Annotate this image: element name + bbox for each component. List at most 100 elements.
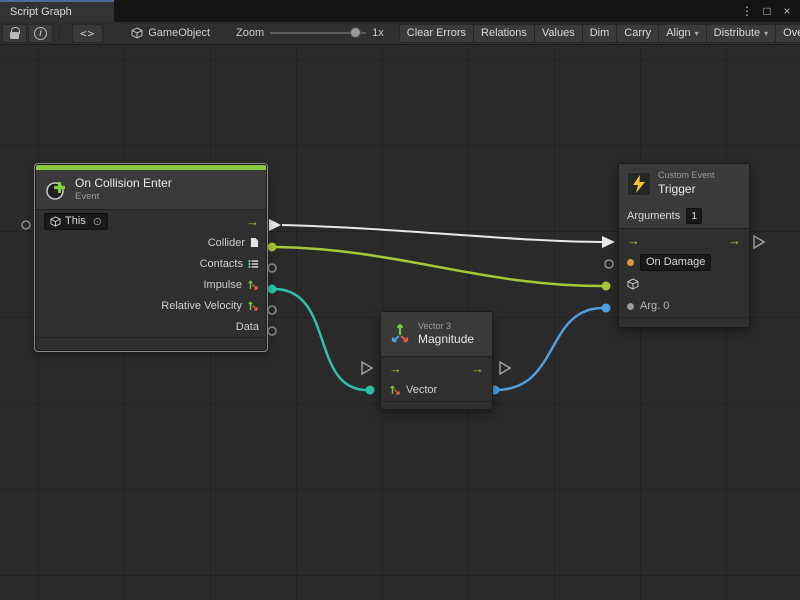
arguments-count-field[interactable]: 1 — [686, 208, 702, 224]
input-row-vector[interactable]: Vector — [381, 379, 492, 401]
vector3-icon — [247, 279, 259, 291]
tab-bar: Script Graph ⋮ □ × — [0, 0, 800, 22]
vector-in-port[interactable] — [366, 386, 375, 395]
arg0-in-port[interactable] — [602, 304, 611, 313]
distribute-label: Distribute — [714, 27, 760, 39]
zoom-label: Zoom — [236, 27, 264, 39]
output-row-contacts[interactable]: Contacts — [36, 253, 266, 274]
magnitude-flow-out-port[interactable] — [500, 362, 510, 374]
close-icon[interactable]: × — [779, 4, 795, 18]
flow-out-arrow-icon: → — [471, 362, 484, 375]
node-header[interactable]: On Collision Enter Event — [36, 170, 266, 210]
impulse-out-port[interactable] — [268, 285, 277, 294]
custom-event-icon — [627, 172, 651, 196]
dim-button[interactable]: Dim — [582, 24, 618, 43]
lock-button[interactable] — [2, 24, 27, 43]
flow-row: → → — [381, 357, 492, 379]
output-row-impulse[interactable]: Impulse — [36, 274, 266, 295]
info-icon: i — [34, 27, 47, 40]
impulse-label: Impulse — [203, 279, 242, 291]
event-name-field[interactable]: On Damage — [640, 254, 711, 271]
flow-in-arrow-icon: → — [627, 234, 640, 247]
wire-collider[interactable] — [276, 247, 603, 286]
overview-button[interactable]: Overv — [775, 24, 800, 43]
data-out-port[interactable] — [268, 327, 276, 335]
graph-canvas[interactable]: On Collision Enter Event This ⊙ → Collid… — [0, 45, 800, 600]
carry-label: Carry — [624, 27, 651, 39]
list-icon — [248, 259, 259, 269]
gameobject-label: GameObject — [148, 27, 210, 39]
node-on-collision-enter[interactable]: On Collision Enter Event This ⊙ → Collid… — [35, 164, 267, 351]
flow-row: → → — [619, 229, 749, 251]
node-subtitle: Event — [75, 191, 172, 203]
event-name-row: On Damage — [619, 251, 749, 273]
graph-toolbar: i <> GameObject Zoom 1x Clear Errors Rel… — [0, 22, 800, 45]
target-in-port[interactable] — [602, 282, 611, 291]
overview-label: Overv — [783, 27, 800, 39]
flow-in-arrow-icon: → — [389, 362, 402, 375]
node-header[interactable]: Vector 3 Magnitude — [381, 312, 492, 357]
output-row-data[interactable]: Data — [36, 316, 266, 337]
this-in-port[interactable] — [22, 221, 30, 229]
collision-event-icon — [44, 178, 68, 202]
output-row-relative-velocity[interactable]: Relative Velocity — [36, 295, 266, 316]
align-button[interactable]: Align ▾ — [658, 24, 706, 43]
node-subtitle: Custom Event — [658, 170, 715, 181]
distribute-button[interactable]: Distribute ▾ — [706, 24, 776, 43]
contacts-out-port[interactable] — [268, 264, 276, 272]
values-button[interactable]: Values — [534, 24, 583, 43]
string-port-dot — [627, 259, 634, 266]
code-view-button[interactable]: <> — [72, 24, 103, 43]
align-label: Align — [666, 27, 690, 39]
menu-icon[interactable]: ⋮ — [739, 4, 755, 18]
document-icon — [250, 237, 259, 248]
tab-label: Script Graph — [10, 6, 72, 18]
code-icon: <> — [80, 27, 95, 40]
vector3-icon — [389, 384, 401, 396]
tab-script-graph[interactable]: Script Graph — [0, 0, 114, 22]
magnitude-flow-in-port[interactable] — [362, 362, 372, 374]
vector3-icon — [389, 323, 411, 345]
relations-button[interactable]: Relations — [473, 24, 535, 43]
data-label: Data — [236, 321, 259, 333]
trigger-flow-out-port[interactable] — [754, 236, 764, 248]
contacts-label: Contacts — [200, 258, 243, 270]
cube-icon — [50, 216, 61, 227]
cube-icon — [627, 278, 639, 290]
arg0-row[interactable]: Arg. 0 — [619, 295, 749, 317]
node-header[interactable]: Custom Event Trigger — [619, 164, 749, 203]
node-vector3-magnitude[interactable]: Vector 3 Magnitude → → Vector — [380, 311, 493, 410]
this-row: This ⊙ → — [36, 210, 266, 232]
this-object-field[interactable]: This ⊙ — [44, 213, 108, 230]
wire-magnitude[interactable] — [496, 308, 603, 390]
flow-out-port[interactable] — [269, 219, 281, 231]
gameobject-context[interactable]: GameObject — [131, 27, 210, 39]
node-title: Trigger — [658, 182, 715, 197]
collider-label: Collider — [208, 237, 245, 249]
gameobject-icon — [131, 27, 143, 39]
lock-icon — [10, 32, 19, 39]
wire-flow[interactable] — [282, 225, 602, 242]
toolbar-separator — [59, 26, 60, 41]
relative-velocity-out-port[interactable] — [268, 306, 276, 314]
node-footer — [619, 317, 749, 327]
carry-button[interactable]: Carry — [616, 24, 659, 43]
output-row-collider[interactable]: Collider — [36, 232, 266, 253]
collider-out-port[interactable] — [268, 243, 277, 252]
object-picker-icon[interactable]: ⊙ — [93, 215, 102, 228]
wire-impulse[interactable] — [274, 289, 367, 390]
zoom-slider-handle[interactable] — [350, 27, 361, 38]
info-button[interactable]: i — [28, 24, 53, 43]
relative-velocity-label: Relative Velocity — [161, 300, 242, 312]
clear-errors-button[interactable]: Clear Errors — [399, 24, 474, 43]
zoom-slider[interactable] — [270, 26, 366, 40]
vector3-icon — [247, 300, 259, 312]
event-name-in-port[interactable] — [605, 260, 613, 268]
node-subtitle: Vector 3 — [418, 321, 474, 332]
relations-label: Relations — [481, 27, 527, 39]
vector-label: Vector — [406, 384, 437, 396]
node-trigger-custom-event[interactable]: Custom Event Trigger Arguments 1 → → On … — [618, 163, 750, 328]
zoom-value: 1x — [372, 27, 384, 39]
window-controls: ⋮ □ × — [739, 0, 800, 22]
maximize-icon[interactable]: □ — [759, 4, 775, 18]
